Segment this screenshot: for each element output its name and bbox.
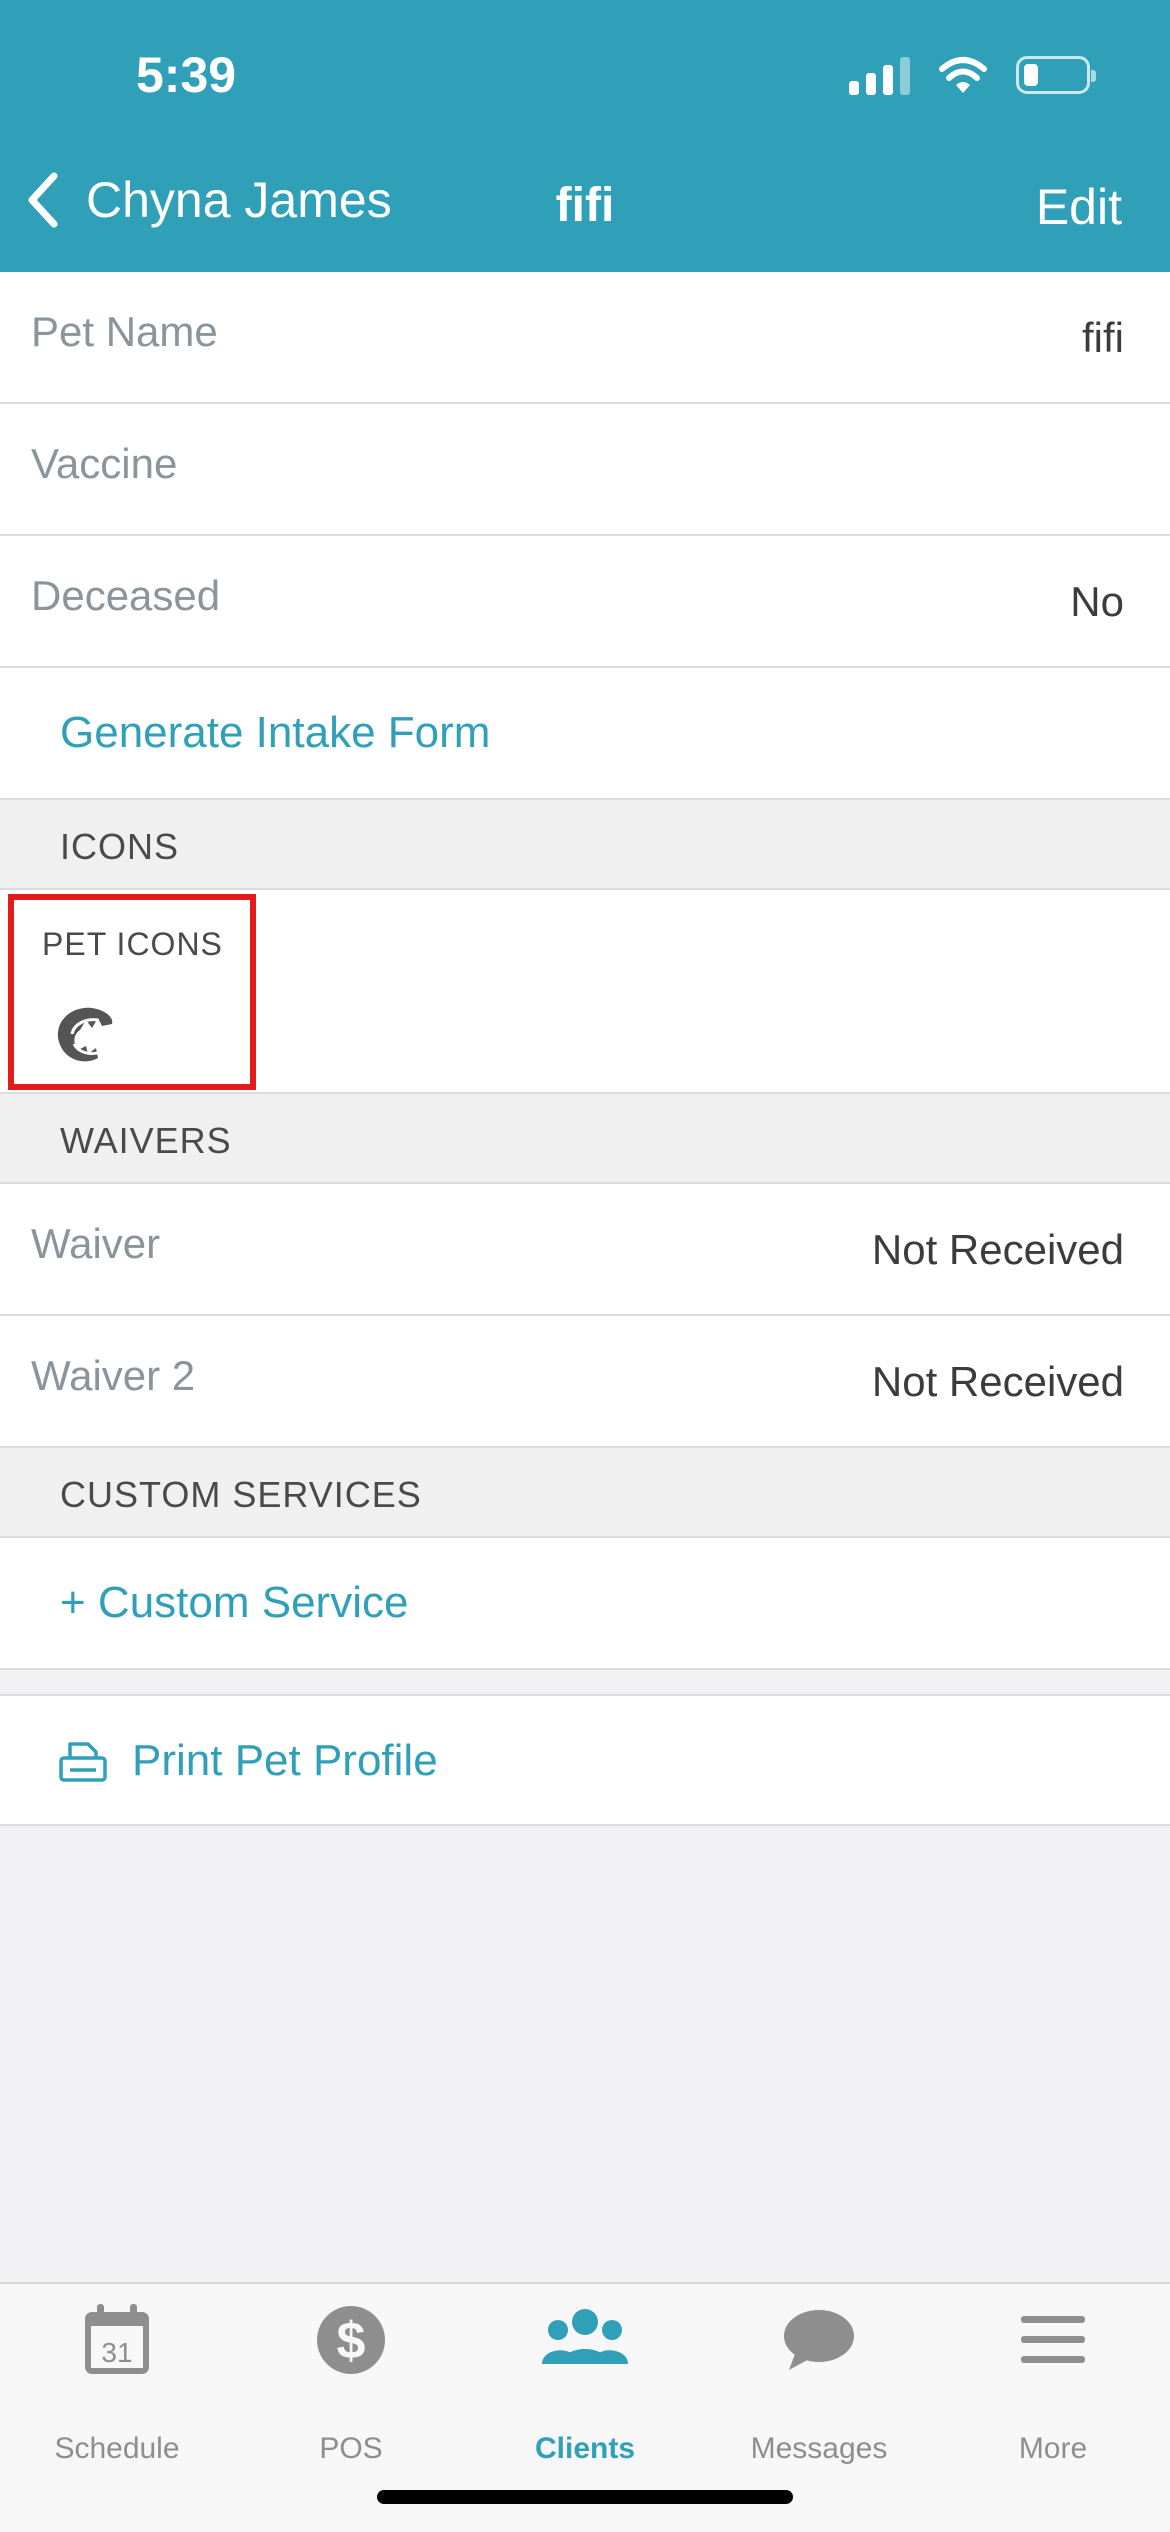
icons-section-header: ICONS [0, 800, 1170, 890]
tab-messages[interactable]: Messages [702, 2302, 936, 2465]
tab-schedule-label: Schedule [54, 2432, 180, 2465]
generate-intake-form-row[interactable]: Generate Intake Form [0, 668, 1170, 800]
edit-button[interactable]: Edit [1036, 178, 1122, 236]
waiver-2-row[interactable]: Waiver 2 Not Received [0, 1316, 1170, 1448]
wifi-icon [939, 57, 987, 93]
dog-bite-icon[interactable] [52, 1004, 118, 1066]
status-icons [849, 50, 1096, 100]
pet-name-value: fifi [1082, 314, 1124, 361]
deceased-value: No [1070, 578, 1124, 625]
waivers-section-label: WAIVERS [60, 1120, 232, 1161]
add-custom-service-row[interactable]: + Custom Service [0, 1538, 1170, 1670]
page-title: fifi [555, 179, 615, 232]
pet-name-row: Pet Name fifi [0, 272, 1170, 404]
dollar-icon: $ [317, 2306, 385, 2374]
vaccine-row[interactable]: Vaccine [0, 404, 1170, 536]
battery-icon [1016, 56, 1096, 94]
tab-pos[interactable]: $ POS [234, 2302, 468, 2465]
waiver-status: Not Received [871, 1226, 1124, 1273]
vaccine-label: Vaccine [31, 440, 178, 487]
print-pet-profile-link[interactable]: Print Pet Profile [132, 1736, 438, 1786]
deceased-label: Deceased [31, 572, 221, 619]
pet-icons-label: PET ICONS [42, 926, 223, 962]
tab-more[interactable]: More [936, 2302, 1170, 2465]
status-time: 5:39 [136, 47, 237, 103]
custom-services-section-label: CUSTOM SERVICES [60, 1474, 422, 1515]
waiver-2-label: Waiver 2 [31, 1352, 196, 1399]
tab-pos-label: POS [319, 2432, 383, 2465]
pet-name-label: Pet Name [31, 308, 218, 355]
tab-more-label: More [1018, 2432, 1088, 2465]
printer-icon [59, 1742, 107, 1782]
dollar-glyph: $ [337, 2312, 366, 2370]
calendar-icon: 31 [85, 2304, 149, 2374]
menu-icon [1021, 2316, 1085, 2363]
cellular-signal-icon [849, 55, 910, 95]
tab-messages-label: Messages [750, 2432, 888, 2465]
waivers-section-header: WAIVERS [0, 1094, 1170, 1184]
print-pet-profile-row[interactable]: Print Pet Profile [0, 1694, 1170, 1826]
tab-clients-label: Clients [534, 2432, 636, 2465]
waiver-2-status: Not Received [871, 1358, 1124, 1405]
highlight-box [8, 894, 256, 1090]
generate-intake-form-link[interactable]: Generate Intake Form [60, 708, 490, 758]
icons-section-label: ICONS [60, 826, 180, 867]
waiver-label: Waiver [31, 1220, 161, 1267]
nav-header: 5:39 Chyna James fifi Edit [0, 0, 1170, 272]
calendar-day: 31 [101, 2337, 132, 2368]
tab-schedule[interactable]: 31 Schedule [0, 2302, 234, 2465]
deceased-row: Deceased No [0, 536, 1170, 668]
home-indicator [377, 2490, 793, 2504]
custom-services-section-header: CUSTOM SERVICES [0, 1448, 1170, 1538]
clients-icon [542, 2309, 628, 2364]
chat-bubble-icon [784, 2310, 854, 2370]
add-custom-service-link[interactable]: + Custom Service [60, 1578, 408, 1628]
waiver-row[interactable]: Waiver Not Received [0, 1184, 1170, 1316]
tab-clients[interactable]: Clients [468, 2302, 702, 2465]
